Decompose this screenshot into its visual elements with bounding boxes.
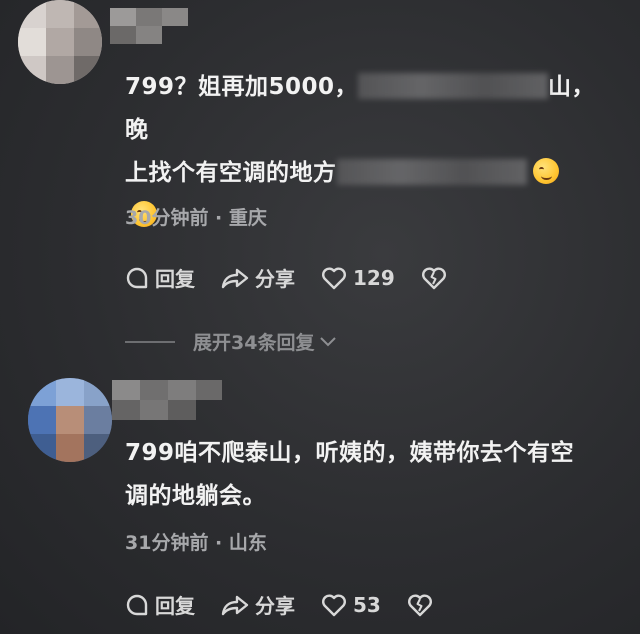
comment-actions: 回复 分享 53 (125, 590, 465, 619)
like-count: 129 (353, 265, 395, 290)
dislike-button[interactable] (407, 593, 439, 617)
divider-line (125, 340, 175, 343)
share-icon (221, 595, 249, 615)
reply-icon (126, 594, 148, 615)
share-button[interactable]: 分享 (221, 590, 295, 619)
like-count: 53 (353, 592, 381, 617)
broken-heart-icon (421, 267, 446, 289)
reply-button[interactable]: 回复 (125, 590, 195, 619)
share-label: 分享 (255, 267, 295, 291)
expand-replies-label: 展开34条回复 (193, 332, 315, 354)
smile-emoji-icon (532, 158, 559, 184)
heart-icon (322, 267, 346, 289)
share-icon (221, 268, 249, 288)
redacted-text (358, 73, 549, 99)
expand-replies-button[interactable]: 展开34条回复 (125, 328, 338, 355)
comment-screen: { "comments": [ { "text_part1": "799？姐再加… (0, 0, 640, 634)
comment-meta: 31分钟前 · 山东 (125, 532, 267, 554)
share-label: 分享 (255, 594, 295, 618)
comment-text: 799咱不爬泰山，听姨的，姨带你去个有空 调的地躺会。 (125, 432, 615, 518)
comment-text-line2: 调的地躺会。 (125, 483, 266, 509)
comment-item-2: 799咱不爬泰山，听姨的，姨带你去个有空 调的地躺会。 31分钟前 · 山东 回… (0, 370, 640, 634)
dislike-button[interactable] (421, 266, 453, 290)
comment-text-line2: 上找个有空调的地方 (125, 160, 337, 186)
username-redacted[interactable] (110, 8, 190, 44)
reply-icon (126, 267, 148, 288)
share-button[interactable]: 分享 (221, 263, 295, 292)
avatar[interactable] (28, 378, 112, 462)
like-button[interactable]: 129 (321, 266, 395, 290)
comment-text-part1: 799？姐再加5000， (125, 74, 359, 100)
comment-item-1: 799？姐再加5000， 山，晚 上找个有空调的地方 30分钟前 · 重庆 回复 … (0, 0, 640, 300)
like-button[interactable]: 53 (321, 593, 381, 617)
comment-actions: 回复 分享 129 (125, 263, 479, 292)
username-redacted[interactable] (112, 380, 222, 420)
broken-heart-icon (407, 594, 432, 616)
reply-label: 回复 (155, 267, 195, 291)
comment-meta: 30分钟前 · 重庆 (125, 207, 267, 229)
reply-label: 回复 (155, 594, 195, 618)
heart-icon (322, 594, 346, 616)
avatar[interactable] (18, 0, 102, 84)
reply-button[interactable]: 回复 (125, 263, 195, 292)
comment-text-line1: 799咱不爬泰山，听姨的，姨带你去个有空 (125, 440, 575, 466)
redacted-text-2 (336, 159, 527, 185)
chevron-down-icon (320, 336, 337, 346)
